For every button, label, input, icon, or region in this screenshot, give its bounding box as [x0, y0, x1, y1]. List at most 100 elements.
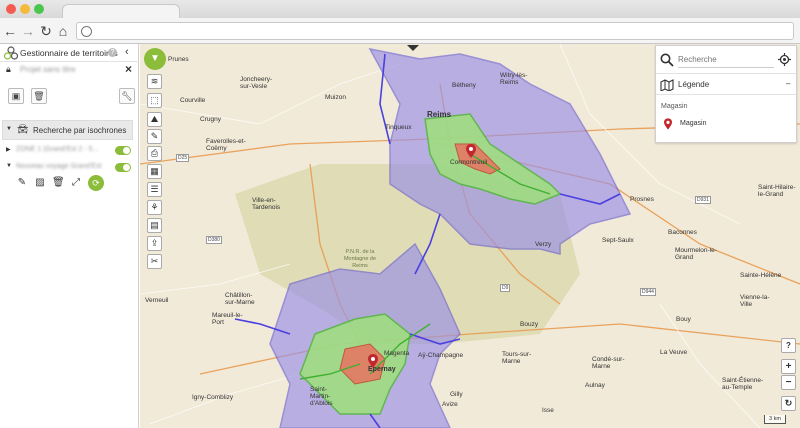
pencil-icon[interactable]: ✎ [16, 177, 28, 189]
place-label: Saint-Martin-d'Ablois [310, 386, 333, 407]
layer-group-header[interactable]: ▼ 🚘︎ Recherche par isochrones [2, 120, 133, 140]
layer-item-label: ZONE 1 (Grand'Est 2 - 5... [16, 146, 99, 153]
place-label: Prunes [168, 56, 189, 63]
road-tag: D944 [640, 288, 656, 296]
place-label: Bétheny [452, 82, 476, 89]
place-label: Verneuil [145, 297, 169, 304]
locate-icon[interactable] [778, 53, 791, 66]
place-label: Vienne-la-Ville [740, 294, 770, 308]
globe-icon [81, 26, 92, 37]
place-label: Aÿ-Champagne [418, 352, 464, 359]
legend-header[interactable]: Légende – [656, 75, 796, 95]
expand-icon[interactable]: ⤢ [70, 177, 82, 189]
place-label: Mourmelon-le-Grand [675, 247, 717, 261]
list-icon[interactable]: ☰ [147, 182, 162, 197]
help-icon[interactable]: ? [108, 48, 117, 57]
maximize-window-button[interactable] [34, 4, 44, 14]
layers-icon[interactable]: ≋ [147, 74, 162, 89]
legend-store-marker-icon [664, 118, 672, 130]
minimize-window-button[interactable] [20, 4, 30, 14]
legend-map-icon [660, 79, 674, 91]
zoom-in-button[interactable]: + [781, 359, 796, 374]
place-label: Witry-lès-Reims [500, 72, 528, 86]
caret-right-icon: ▶ [6, 147, 11, 153]
trash-icon[interactable]: 🗑︎ [31, 88, 47, 104]
home-icon[interactable]: ⌂ [55, 22, 71, 40]
legend-title: Légende [678, 80, 710, 89]
map-icon[interactable]: ⛰ [147, 112, 162, 127]
place-label: Tours-sur-Marne [502, 351, 532, 365]
image-icon[interactable]: ▨ [34, 177, 46, 189]
close-project-icon[interactable]: × [125, 62, 132, 76]
place-label: Tinqueux [385, 124, 412, 131]
wrench-icon[interactable]: 🔧︎ [119, 88, 135, 104]
back-icon[interactable]: ← [2, 22, 18, 40]
save-icon[interactable]: ▣ [8, 88, 24, 104]
search-input[interactable] [678, 52, 774, 68]
place-label: Muizon [325, 94, 346, 101]
place-label: Gilly [450, 391, 463, 398]
legend-collapse-icon[interactable]: – [786, 79, 790, 88]
place-label: Sainte-Hélène [740, 272, 782, 279]
place-label: Baconnes [668, 229, 697, 236]
zoom-out-button[interactable]: − [781, 375, 796, 390]
place-label: Bouy [676, 316, 691, 323]
reset-view-button[interactable]: ↻ [781, 396, 796, 411]
store-marker-reims[interactable] [466, 144, 476, 158]
tools-icon[interactable]: ✂ [147, 254, 162, 269]
place-label: Aulnay [585, 382, 605, 389]
browser-tab[interactable] [62, 4, 180, 18]
place-label: Condé-sur-Marne [592, 356, 625, 370]
layer-item-label: Nouveau voyage Grand'Est [16, 163, 102, 170]
lock-icon[interactable]: 🔒︎ [6, 64, 11, 75]
delete-icon[interactable]: 🗑︎ [52, 177, 65, 189]
place-label: Cormontreuil [450, 159, 488, 166]
export-icon[interactable]: ⇪ [147, 236, 162, 251]
road-tag: D9 [500, 284, 511, 292]
place-label: Sept-Saulx [602, 237, 634, 244]
search-row [656, 46, 796, 74]
layer-group-label: Recherche par isochrones [33, 126, 127, 135]
close-window-button[interactable] [6, 4, 16, 14]
legend-section-title: Magasin [661, 103, 688, 110]
browser-titlebar [0, 0, 800, 18]
network-icon[interactable]: ⚘ [147, 200, 162, 215]
store-marker-epernay[interactable] [368, 354, 378, 368]
print-icon[interactable]: ⎙ [147, 146, 162, 161]
park-label: P.N.R. de la Montagne de Reims [343, 249, 377, 269]
caret-down-icon: ▼ [6, 126, 12, 132]
place-label: Saint-Étienne-au-Temple [722, 377, 764, 391]
layer-item-zone-1[interactable]: ▶ ZONE 1 (Grand'Est 2 - 5... [2, 143, 133, 159]
document-icon[interactable]: ▤ [147, 218, 162, 233]
project-name[interactable]: Projet sans titre [20, 65, 76, 74]
place-label: Bouzy [520, 321, 539, 328]
search-legend-panel: Légende – Magasin Magasin [655, 45, 797, 143]
top-panel-toggle-icon[interactable] [407, 45, 419, 51]
address-bar[interactable] [76, 22, 794, 40]
project-row: 🔒︎ Projet sans titre × [0, 62, 139, 78]
scale-bar: 3 km [764, 415, 786, 424]
legend-entry-label: Magasin [680, 120, 707, 127]
layer-visibility-toggle[interactable] [115, 163, 131, 172]
place-label: Châtillon-sur-Marne [225, 292, 255, 306]
place-label: La Veuve [660, 349, 688, 356]
select-icon[interactable]: ⬚ [147, 93, 162, 108]
collapse-panel-icon[interactable]: ‹ [125, 46, 129, 58]
place-label: Faverolles-et-Coëmy [206, 138, 246, 152]
place-label: Ville-en-Tardenois [252, 197, 281, 211]
layer-visibility-toggle[interactable] [115, 146, 131, 155]
territory-logo-icon [4, 46, 18, 60]
isochrone-run-icon[interactable]: ⟳ [88, 175, 104, 191]
place-label: Saint-Hilaire-le-Grand [758, 184, 796, 198]
help-button[interactable]: ? [781, 338, 796, 353]
caret-down-icon: ▼ [6, 163, 12, 169]
browser-toolbar: ← → ↻ ⌂ [0, 18, 800, 44]
layer-item-nouveau-voyage[interactable]: ▼ Nouveau voyage Grand'Est [2, 160, 133, 176]
toolbar-toggle-icon[interactable]: ▼ [144, 48, 166, 70]
forward-icon[interactable]: → [20, 22, 36, 40]
place-label: Courville [180, 97, 206, 104]
reload-icon[interactable]: ↻ [38, 22, 54, 40]
road-tag: D25 [176, 154, 190, 162]
draw-icon[interactable]: ✎ [147, 129, 162, 144]
stats-icon[interactable]: ▦ [147, 164, 162, 179]
